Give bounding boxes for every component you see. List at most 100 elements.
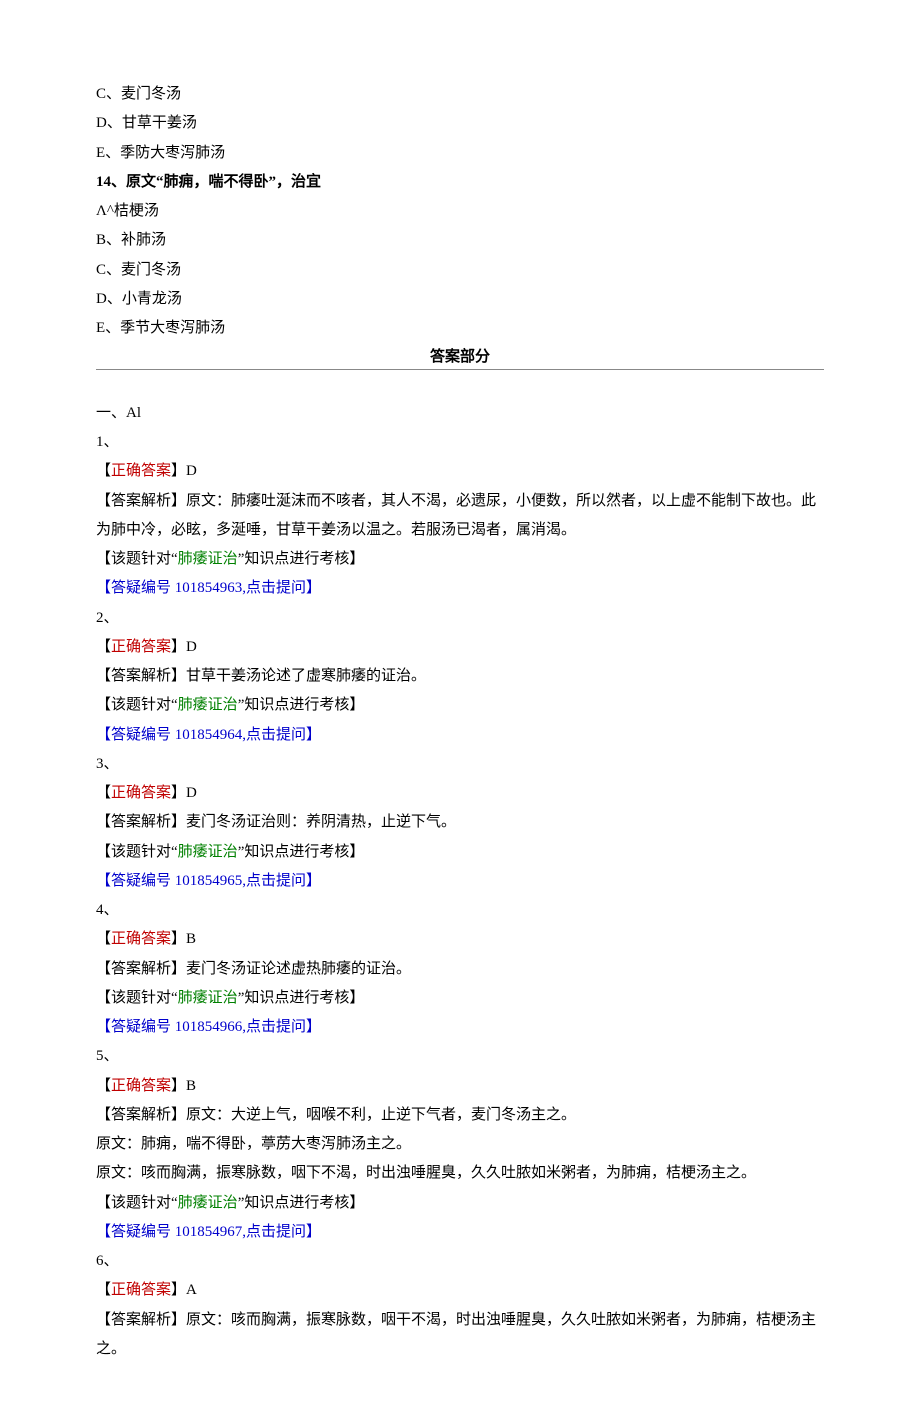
bracket-open: 【 [96,639,111,655]
q14-option-d: D、小青龙汤 [96,285,824,314]
answer-explanation: 【答案解析】原文：大逆上气，咽喉不利，止逆下气者，麦门冬汤主之。 [96,1101,824,1130]
faq-click-text: 点击提问 [246,873,306,889]
answer-explanation: 【答案解析】麦门冬汤证论述虚热肺痿的证治。 [96,955,824,984]
topic-line: 【该题针对“肺痿证治”知识点进行考核】 [96,984,824,1013]
answer-block: 5、【正确答案】B【答案解析】原文：大逆上气，咽喉不利，止逆下气者，麦门冬汤主之… [96,1042,824,1247]
topic-line: 【该题针对“肺痿证治”知识点进行考核】 [96,1189,824,1218]
answer-number: 6、 [96,1247,824,1276]
bracket-open: 【 [96,1078,111,1094]
bracket-close: 】 [171,931,186,947]
answer-explanation: 【答案解析】原文：肺痿吐涎沫而不咳者，其人不渴，必遗尿，小便数，所以然者，以上虚… [96,487,824,546]
explain-prefix: 【答案解析】 [96,668,186,684]
q14-option-e: E、季节大枣泻肺汤 [96,314,824,343]
explain-prefix: 【答案解析】 [96,493,186,509]
topic-term: 肺痿证治 [178,697,238,713]
q14-option-c: C、麦门冬汤 [96,256,824,285]
faq-label: 答疑编号 [111,580,171,596]
faq-bracket-close: 】 [306,580,321,596]
faq-link[interactable]: 【答疑编号 101854966,点击提问】 [96,1013,824,1042]
topic-term: 肺痿证治 [178,990,238,1006]
explain-text: 麦门冬汤证治则：养阴清热，止逆下气。 [186,814,456,830]
answers-container: 1、【正确答案】D【答案解析】原文：肺痿吐涎沫而不咳者，其人不渴，必遗尿，小便数… [96,428,824,1364]
faq-bracket-close: 】 [306,727,321,743]
faq-id: 101854965 [175,873,243,889]
q13-option-d: D、甘草干姜汤 [96,109,824,138]
correct-answer-line: 【正确答案】D [96,633,824,662]
bracket-close: 】 [171,1282,186,1298]
topic-suffix: ”知识点进行考核】 [238,990,365,1006]
explain-text: 原文：咳而胸满，振寒脉数，咽干不渴，时出浊唾腥臭，久久吐脓如米粥者，为肺痈，桔梗… [96,1312,816,1357]
topic-prefix: 【该题针对“ [96,551,178,567]
topic-term: 肺痿证治 [178,844,238,860]
faq-click-text: 点击提问 [246,580,306,596]
topic-prefix: 【该题针对“ [96,697,178,713]
faq-bracket-close: 】 [306,1224,321,1240]
correct-answer-label: 正确答案 [111,1078,171,1094]
document-page: C、麦门冬汤 D、甘草干姜汤 E、季防大枣泻肺汤 14、原文“肺痈，喘不得卧”，… [0,0,920,1414]
correct-answer-value: D [186,639,197,655]
explain-text: 甘草干姜汤论述了虚寒肺痿的证治。 [186,668,426,684]
faq-click-text: 点击提问 [246,1224,306,1240]
faq-link[interactable]: 【答疑编号 101854963,点击提问】 [96,574,824,603]
explain-prefix: 【答案解析】 [96,814,186,830]
correct-answer-label: 正确答案 [111,1282,171,1298]
topic-prefix: 【该题针对“ [96,844,178,860]
answer-explanation-extra: 原文：肺痈，喘不得卧，葶苈大枣泻肺汤主之。 [96,1130,824,1159]
explain-prefix: 【答案解析】 [96,1107,186,1123]
bracket-close: 】 [171,1078,186,1094]
answer-number: 4、 [96,896,824,925]
faq-bracket-close: 】 [306,1019,321,1035]
q13-option-e: E、季防大枣泻肺汤 [96,139,824,168]
answer-block: 3、【正确答案】D【答案解析】麦门冬汤证治则：养阴清热，止逆下气。【该题针对“肺… [96,750,824,896]
section-label: 一、Al [96,399,824,428]
faq-label: 答疑编号 [111,1224,171,1240]
q13-option-c: C、麦门冬汤 [96,80,824,109]
topic-term: 肺痿证治 [178,551,238,567]
answer-explanation: 【答案解析】甘草干姜汤论述了虚寒肺痿的证治。 [96,662,824,691]
answer-block: 6、【正确答案】A【答案解析】原文：咳而胸满，振寒脉数，咽干不渴，时出浊唾腥臭，… [96,1247,824,1364]
correct-answer-line: 【正确答案】D [96,457,824,486]
faq-bracket-open: 【 [96,580,111,596]
correct-answer-value: D [186,463,197,479]
faq-bracket-open: 【 [96,1224,111,1240]
bracket-open: 【 [96,1282,111,1298]
explain-text: 原文：大逆上气，咽喉不利，止逆下气者，麦门冬汤主之。 [186,1107,576,1123]
answer-block: 2、【正确答案】D【答案解析】甘草干姜汤论述了虚寒肺痿的证治。【该题针对“肺痿证… [96,604,824,750]
spacer [96,370,824,399]
correct-answer-line: 【正确答案】B [96,925,824,954]
bracket-open: 【 [96,931,111,947]
faq-click-text: 点击提问 [246,727,306,743]
answer-number: 2、 [96,604,824,633]
correct-answer-value: B [186,931,196,947]
faq-bracket-open: 【 [96,1019,111,1035]
answer-explanation-extra: 原文：咳而胸满，振寒脉数，咽下不渴，时出浊唾腥臭，久久吐脓如米粥者，为肺痈，桔梗… [96,1159,824,1188]
faq-link[interactable]: 【答疑编号 101854965,点击提问】 [96,867,824,896]
faq-click-text: 点击提问 [246,1019,306,1035]
faq-label: 答疑编号 [111,1019,171,1035]
faq-bracket-open: 【 [96,873,111,889]
faq-id: 101854966 [175,1019,243,1035]
answer-number: 1、 [96,428,824,457]
correct-answer-label: 正确答案 [111,639,171,655]
topic-suffix: ”知识点进行考核】 [238,697,365,713]
answer-explanation: 【答案解析】麦门冬汤证治则：养阴清热，止逆下气。 [96,808,824,837]
bracket-close: 】 [171,463,186,479]
explain-text: 麦门冬汤证论述虚热肺痿的证治。 [186,961,411,977]
q14-option-a: Λ^桔梗汤 [96,197,824,226]
faq-link[interactable]: 【答疑编号 101854964,点击提问】 [96,721,824,750]
topic-suffix: ”知识点进行考核】 [238,551,365,567]
answer-number: 3、 [96,750,824,779]
correct-answer-value: B [186,1078,196,1094]
faq-label: 答疑编号 [111,727,171,743]
faq-bracket-close: 】 [306,873,321,889]
topic-prefix: 【该题针对“ [96,990,178,1006]
faq-id: 101854967 [175,1224,243,1240]
faq-bracket-open: 【 [96,727,111,743]
faq-id: 101854963 [175,580,243,596]
explain-prefix: 【答案解析】 [96,1312,186,1328]
topic-term: 肺痿证治 [178,1195,238,1211]
correct-answer-label: 正确答案 [111,463,171,479]
faq-label: 答疑编号 [111,873,171,889]
answer-explanation: 【答案解析】原文：咳而胸满，振寒脉数，咽干不渴，时出浊唾腥臭，久久吐脓如米粥者，… [96,1306,824,1365]
faq-link[interactable]: 【答疑编号 101854967,点击提问】 [96,1218,824,1247]
